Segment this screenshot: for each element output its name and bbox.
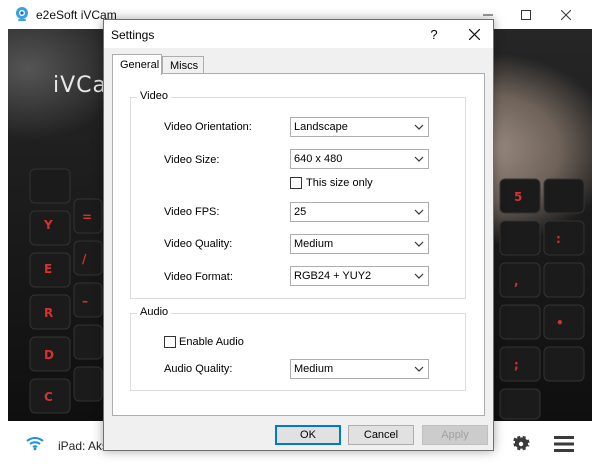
minimize-icon xyxy=(483,14,493,15)
svg-text:–: – xyxy=(82,294,88,308)
tab-miscs[interactable]: Miscs xyxy=(162,56,204,74)
cancel-button[interactable]: Cancel xyxy=(348,425,414,445)
svg-text:R: R xyxy=(44,306,53,320)
svg-text:/: / xyxy=(82,252,87,266)
video-fps-value: 25 xyxy=(294,206,307,218)
video-format-value: RGB24 + YUY2 xyxy=(294,270,372,282)
svg-text:E: E xyxy=(44,262,52,276)
video-size-value: 640 x 480 xyxy=(294,153,343,165)
chevron-down-icon xyxy=(414,366,424,372)
apply-button[interactable]: Apply xyxy=(422,425,488,445)
hamburger-menu-icon[interactable] xyxy=(554,435,574,456)
maximize-icon xyxy=(521,9,531,20)
video-groupbox: Video Video Orientation: Landscape Video… xyxy=(130,90,466,299)
close-icon xyxy=(468,28,480,40)
video-quality-label: Video Quality: xyxy=(164,238,233,250)
svg-text:•: • xyxy=(556,316,564,330)
video-fps-label: Video FPS: xyxy=(164,206,220,218)
chevron-down-icon xyxy=(414,209,424,215)
main-close-button[interactable] xyxy=(548,0,584,29)
ivcam-watermark: iVCa xyxy=(53,73,108,98)
svg-text:=: = xyxy=(82,210,92,224)
chevron-down-icon xyxy=(414,273,424,279)
video-format-select[interactable]: RGB24 + YUY2 xyxy=(290,266,429,286)
video-format-label: Video Format: xyxy=(164,271,233,283)
audio-groupbox: Audio Enable Audio Audio Quality: Medium xyxy=(130,306,466,391)
video-orientation-label: Video Orientation: xyxy=(164,121,252,133)
help-button[interactable]: ? xyxy=(420,20,448,48)
audio-group-title: Audio xyxy=(137,306,172,318)
video-quality-value: Medium xyxy=(294,238,334,250)
tab-general[interactable]: General xyxy=(112,54,162,75)
video-size-select[interactable]: 640 x 480 xyxy=(290,149,429,169)
video-orientation-value: Landscape xyxy=(294,121,348,133)
ok-button[interactable]: OK xyxy=(275,425,341,445)
svg-text:D: D xyxy=(44,348,54,362)
size-only-label: This size only xyxy=(306,177,373,189)
dialog-close-button[interactable] xyxy=(458,20,490,48)
svg-text:C: C xyxy=(44,390,53,404)
dialog-title: Settings xyxy=(111,28,155,42)
svg-text:;: ; xyxy=(514,358,519,372)
chevron-down-icon xyxy=(414,156,424,162)
maximize-button[interactable] xyxy=(508,0,544,29)
enable-audio-label: Enable Audio xyxy=(179,336,244,348)
audio-quality-select[interactable]: Medium xyxy=(290,359,429,379)
chevron-down-icon xyxy=(414,124,424,130)
svg-text::: : xyxy=(556,232,561,246)
chevron-down-icon xyxy=(414,241,424,247)
video-size-label: Video Size: xyxy=(164,154,220,166)
size-only-checkbox[interactable] xyxy=(290,177,302,189)
video-group-title: Video xyxy=(137,90,171,102)
device-label: iPad: Aks xyxy=(58,439,109,453)
svg-text:,: , xyxy=(514,274,519,288)
general-tab-panel: Video Video Orientation: Landscape Video… xyxy=(112,73,485,416)
svg-text:Y: Y xyxy=(43,218,53,232)
svg-text:5: 5 xyxy=(514,190,522,204)
video-fps-select[interactable]: 25 xyxy=(290,202,429,222)
camera-logo-icon xyxy=(14,6,30,22)
video-quality-select[interactable]: Medium xyxy=(290,234,429,254)
video-orientation-select[interactable]: Landscape xyxy=(290,117,429,137)
audio-quality-value: Medium xyxy=(294,363,334,375)
audio-quality-label: Audio Quality: xyxy=(164,363,233,375)
wifi-icon xyxy=(26,435,44,454)
gear-icon[interactable] xyxy=(510,433,532,458)
close-icon xyxy=(561,9,571,20)
dialog-titlebar: Settings ? xyxy=(104,20,493,48)
settings-dialog: Settings ? General Miscs Video Video Ori… xyxy=(103,19,494,451)
enable-audio-checkbox[interactable] xyxy=(164,336,176,348)
